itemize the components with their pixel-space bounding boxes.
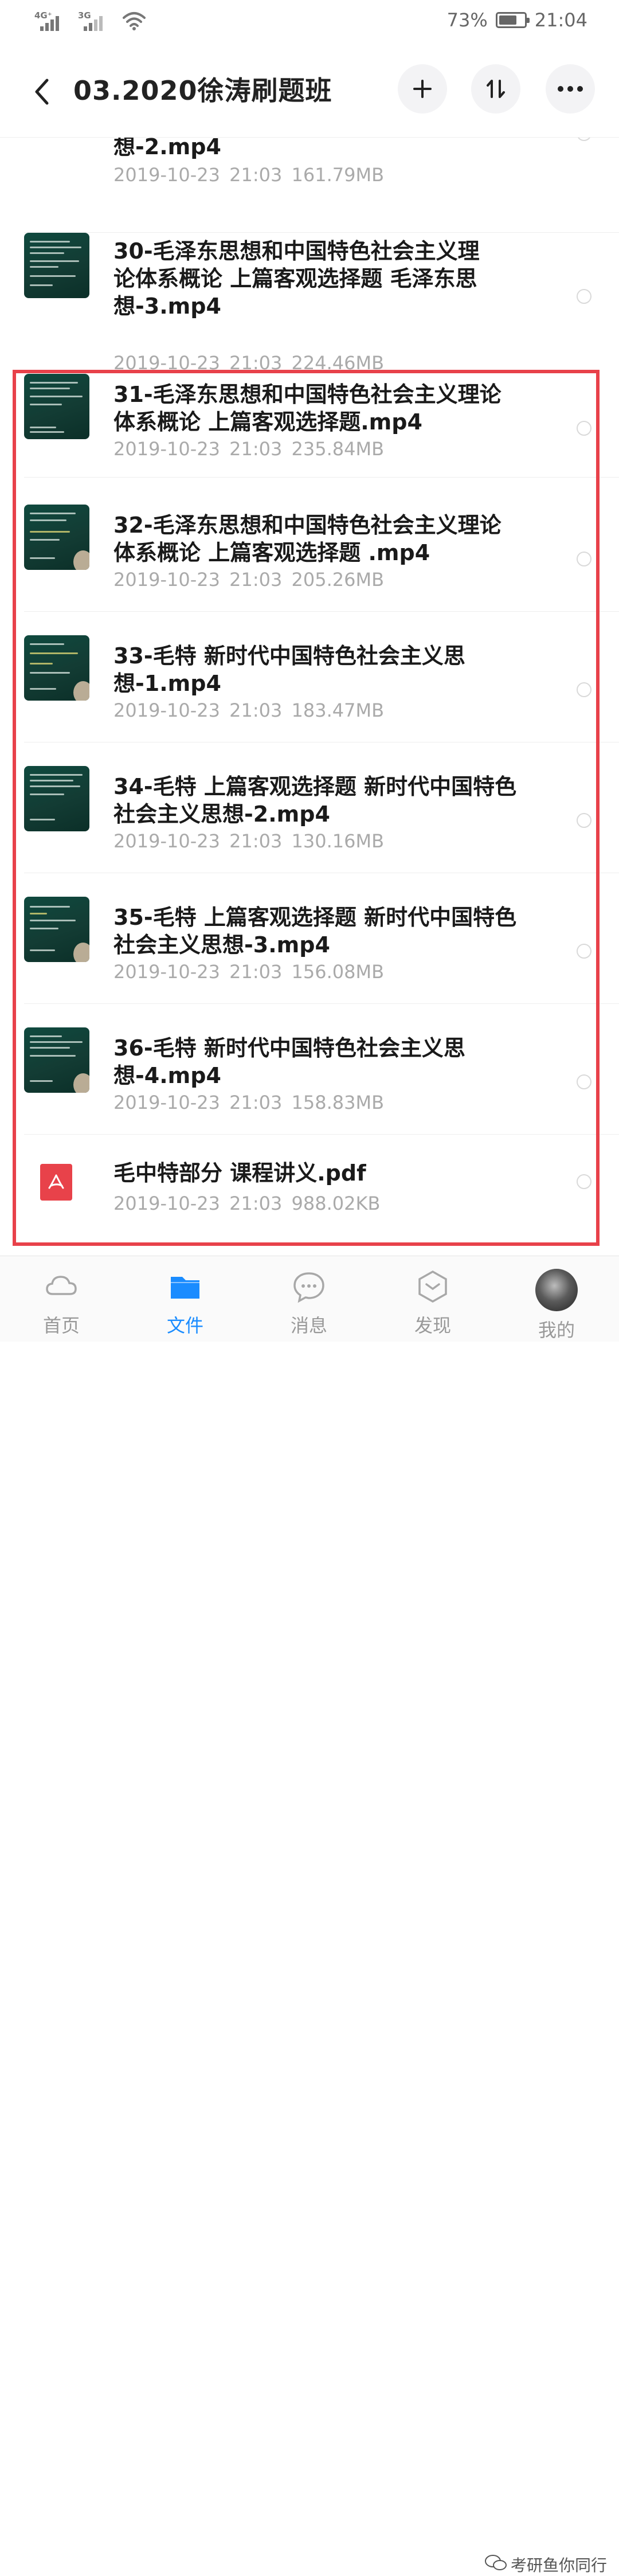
more-button[interactable] [546, 64, 595, 114]
wechat-icon [484, 2554, 507, 2576]
file-name: 30-毛泽东思想和中国特色社会主义理 论体系概论 上篇客观选择题 毛泽东思 想-… [113, 239, 480, 319]
select-radio[interactable] [577, 813, 591, 828]
watermark: 考研鱼你同行 [484, 2553, 607, 2576]
tab-label: 文件 [166, 1315, 203, 1336]
discover-icon [418, 1270, 447, 1303]
video-thumbnail [24, 505, 89, 570]
file-item[interactable]: 33-毛特 新时代中国特色社会主义思 想-1.mp4 2019-10-23 21… [0, 635, 619, 766]
file-meta: 2019-10-23 21:03 130.16MB [113, 830, 385, 852]
tab-profile[interactable]: 我的 [514, 1269, 600, 1341]
file-meta: 2019-10-23 21:03 224.46MB [113, 352, 385, 374]
file-item[interactable]: 34-毛特 上篇客观选择题 新时代中国特色 社会主义思想-2.mp4 2019-… [0, 766, 619, 897]
sort-button[interactable] [471, 64, 520, 114]
file-meta: 2019-10-23 21:03 158.83MB [113, 1092, 385, 1113]
select-radio[interactable] [577, 1174, 591, 1189]
video-thumbnail [24, 897, 89, 962]
file-name: 想-2.mp4 [113, 138, 221, 159]
clock: 21:04 [534, 9, 587, 31]
file-name: 36-毛特 新时代中国特色社会主义思 想-4.mp4 [113, 1035, 465, 1088]
file-item[interactable]: 36-毛特 新时代中国特色社会主义思 想-4.mp4 2019-10-23 21… [0, 1027, 619, 1158]
more-icon [558, 86, 583, 92]
battery-icon [495, 12, 530, 28]
file-meta: 2019-10-23 21:03 183.47MB [113, 699, 385, 721]
status-bar: 4G⁺ 3G 73% 21:04 [0, 0, 619, 46]
pdf-file-icon [40, 1164, 72, 1201]
tab-files[interactable]: 文件 [142, 1269, 228, 1340]
top-nav-bar: 03.2020徐涛刷题班 [0, 46, 619, 138]
file-list: 想-2.mp4 2019-10-23 21:03 161.79MB 30-毛泽东… [0, 138, 619, 1256]
cloud-icon [46, 1276, 77, 1295]
tab-discover[interactable]: 发现 [390, 1269, 476, 1340]
select-radio[interactable] [577, 944, 591, 959]
tab-home[interactable]: 首页 [18, 1269, 104, 1340]
status-icons-left: 4G⁺ 3G [34, 10, 147, 31]
select-radio[interactable] [577, 138, 591, 141]
message-icon [293, 1272, 324, 1303]
select-radio[interactable] [577, 1074, 591, 1089]
folder-icon [171, 1277, 199, 1299]
back-arrow-icon[interactable] [30, 75, 55, 109]
bottom-tab-bar: 首页 文件 消息 发现 我的 考研鱼你同行 [0, 1256, 619, 2575]
page-title: 03.2020徐涛刷题班 [73, 75, 332, 106]
select-radio[interactable] [577, 552, 591, 566]
file-item[interactable]: 35-毛特 上篇客观选择题 新时代中国特色 社会主义思想-3.mp4 2019-… [0, 897, 619, 1027]
select-radio[interactable] [577, 682, 591, 697]
file-item[interactable]: 31-毛泽东思想和中国特色社会主义理论 体系概论 上篇客观选择题.mp4 201… [0, 374, 619, 505]
video-thumbnail [24, 635, 89, 701]
tab-label: 我的 [538, 1319, 575, 1341]
file-item[interactable]: 毛中特部分 课程讲义.pdf 2019-10-23 21:03 988.02KB [0, 1152, 619, 1256]
signal-3g-icon: 3G [78, 10, 109, 31]
file-name: 32-毛泽东思想和中国特色社会主义理论 体系概论 上篇客观选择题 .mp4 [113, 513, 502, 565]
file-item[interactable]: 32-毛泽东思想和中国特色社会主义理论 体系概论 上篇客观选择题 .mp4 20… [0, 505, 619, 635]
video-thumbnail [24, 233, 89, 298]
file-meta: 2019-10-23 21:03 156.08MB [113, 961, 385, 983]
file-name: 毛中特部分 课程讲义.pdf [113, 1160, 366, 1186]
plus-icon [413, 80, 432, 98]
tab-label: 消息 [290, 1315, 327, 1336]
video-thumbnail [24, 766, 89, 831]
select-radio[interactable] [577, 289, 591, 304]
avatar [535, 1269, 578, 1311]
add-button[interactable] [398, 64, 447, 114]
select-radio[interactable] [577, 421, 591, 436]
file-name: 33-毛特 新时代中国特色社会主义思 想-1.mp4 [113, 643, 465, 696]
file-name: 34-毛特 上篇客观选择题 新时代中国特色 社会主义思想-2.mp4 [113, 774, 517, 827]
tab-label: 发现 [414, 1315, 451, 1336]
signal-4g-icon: 4G⁺ [34, 10, 65, 31]
file-item[interactable]: 30-毛泽东思想和中国特色社会主义理 论体系概论 上篇客观选择题 毛泽东思 想-… [0, 233, 619, 374]
file-name: 31-毛泽东思想和中国特色社会主义理论 体系概论 上篇客观选择题.mp4 [113, 382, 502, 435]
file-meta: 2019-10-23 21:03 988.02KB [113, 1193, 381, 1214]
status-icons-right: 73% 21:04 [447, 9, 587, 31]
file-meta: 2019-10-23 21:03 205.26MB [113, 569, 385, 591]
file-meta: 2019-10-23 21:03 161.79MB [113, 164, 385, 186]
file-meta: 2019-10-23 21:03 235.84MB [113, 438, 385, 460]
tab-label: 首页 [42, 1315, 80, 1336]
video-thumbnail [24, 374, 89, 439]
tab-messages[interactable]: 消息 [266, 1269, 352, 1340]
watermark-text: 考研鱼你同行 [511, 2556, 608, 2575]
sort-icon [487, 80, 505, 98]
battery-percent: 73% [446, 9, 488, 31]
file-name: 35-毛特 上篇客观选择题 新时代中国特色 社会主义思想-3.mp4 [113, 905, 517, 957]
video-thumbnail [24, 1027, 89, 1093]
wifi-icon [123, 12, 146, 30]
